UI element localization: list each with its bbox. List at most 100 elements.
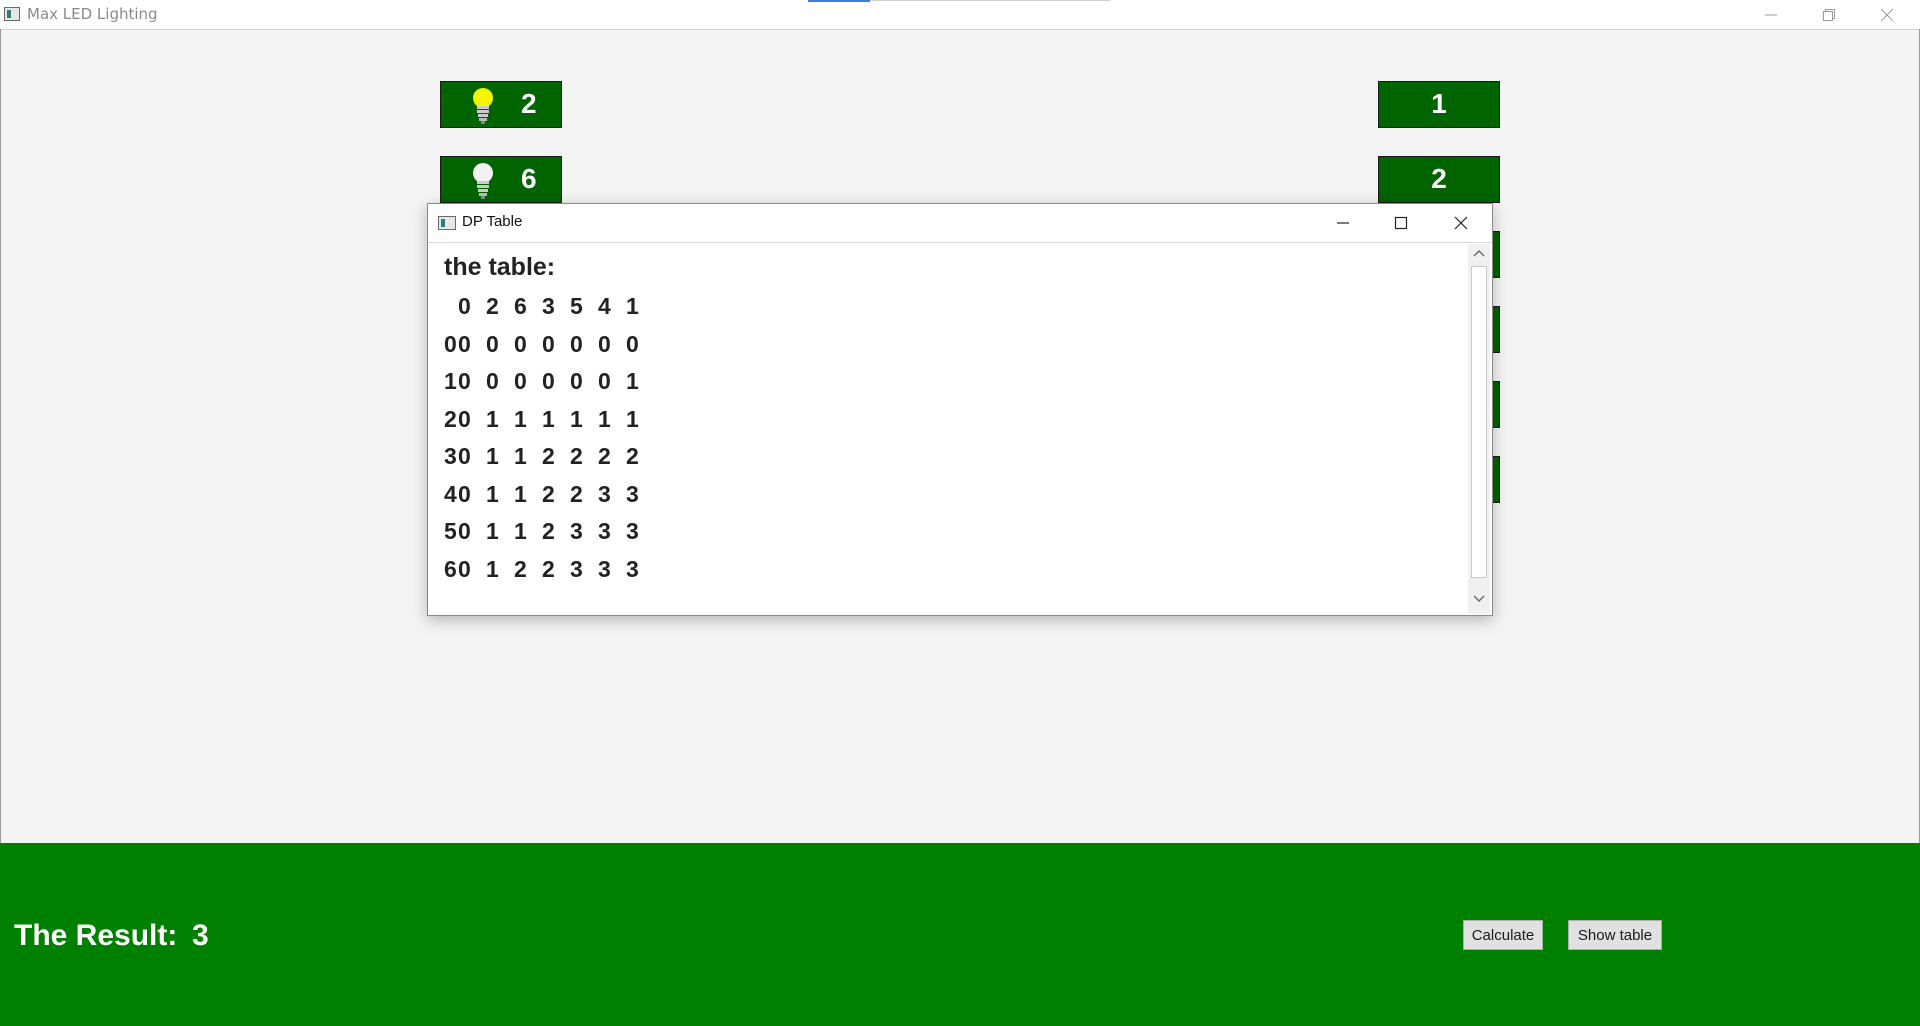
calculate-button[interactable]: Calculate: [1463, 920, 1543, 950]
scroll-down-icon[interactable]: [1468, 592, 1490, 612]
dialog-close-button[interactable]: [1432, 204, 1490, 242]
result-value: 3: [192, 919, 209, 952]
table-row: 30 1 1 2 2 2 2: [444, 438, 1464, 476]
table-header-cell: 2: [486, 293, 499, 319]
table-cell: 1: [626, 368, 639, 394]
scroll-up-icon[interactable]: [1468, 246, 1490, 266]
table-row: 10 0 0 0 0 0 1: [444, 363, 1464, 401]
table-cell: 1: [486, 443, 499, 469]
table-row: 20 1 1 1 1 1 1: [444, 401, 1464, 439]
close-button[interactable]: [1858, 0, 1916, 29]
main-title-bar: Max LED Lighting: [0, 0, 1920, 30]
table-cell: 3: [598, 518, 611, 544]
table-row-index: 2: [444, 405, 457, 432]
table-cell: 3: [570, 555, 583, 582]
table-body: 00 0 0 0 0 0 0 10 0 0 0 0 0 1 20 1 1 1 1 1 1 30 1 1 2 2 2 2 40 1 1 2 2 3 3…: [444, 326, 1464, 589]
window-title: Max LED Lighting: [27, 5, 158, 23]
table-cell: 2: [542, 555, 555, 582]
minimize-icon: [1765, 14, 1777, 15]
table-cell: 2: [570, 443, 583, 469]
dp-table-dialog: DP Table the table: 0263541 00 0 0 0 0 0 0 10 0 0…: [427, 203, 1493, 616]
table-cell: 2: [514, 555, 527, 582]
right-led-0[interactable]: 1: [1378, 81, 1500, 128]
table-row: 50 1 1 2 3 3 3: [444, 513, 1464, 551]
right-led-value: 2: [1431, 163, 1447, 194]
dp-table-text-area[interactable]: the table: 0263541 00 0 0 0 0 0 0 10 0 0 0 0 0 1 20 1 1 1…: [444, 252, 1464, 602]
table-cell: 1: [514, 518, 527, 544]
table-cell: 0: [542, 330, 555, 357]
table-cell: 0: [514, 330, 527, 357]
left-led-value: 6: [521, 163, 537, 194]
close-icon: [1880, 8, 1894, 21]
result-label: The Result:: [14, 919, 178, 952]
bulb-off-icon: [473, 163, 493, 199]
right-led-value: 1: [1431, 88, 1447, 119]
left-led-value: 2: [521, 88, 537, 119]
table-cell: 1: [514, 480, 527, 507]
close-icon: [1454, 216, 1468, 230]
maximize-icon: [1394, 216, 1408, 230]
table-cell: 1: [514, 443, 527, 469]
table-cell: 0: [486, 368, 499, 394]
table-cell: 2: [542, 518, 555, 544]
window-left-border: [0, 29, 1, 844]
table-cell: 2: [598, 443, 611, 469]
table-header-cell: 6: [514, 293, 527, 319]
table-cell: 3: [626, 555, 639, 582]
table-cell: 2: [626, 443, 639, 469]
table-cell: 0: [458, 443, 471, 469]
table-heading: the table:: [444, 253, 556, 281]
dialog-maximize-button[interactable]: [1372, 204, 1430, 242]
table-row-index: 0: [444, 330, 457, 357]
table-cell: 1: [486, 555, 499, 582]
table-cell: 3: [626, 518, 639, 544]
table-cell: 3: [570, 518, 583, 544]
table-row: 40 1 1 2 2 3 3: [444, 476, 1464, 514]
minimize-button[interactable]: [1742, 0, 1800, 29]
table-row-index: 6: [444, 555, 457, 582]
table-header-row: 0263541: [444, 288, 1464, 326]
table-header-cell: 0: [458, 293, 471, 319]
table-header-cell: 3: [542, 293, 555, 319]
left-led-0[interactable]: 2: [440, 81, 562, 128]
table-row-index: 3: [444, 443, 457, 469]
table-cell: 1: [542, 405, 555, 432]
table-cell: 3: [598, 555, 611, 582]
dialog-app-icon: [438, 216, 456, 230]
table-cell: 0: [542, 368, 555, 394]
scrollbar-thumb[interactable]: [1471, 266, 1487, 578]
right-led-1[interactable]: 2: [1378, 156, 1500, 203]
title-divider-line: [870, 0, 1110, 1]
table-cell: 0: [598, 368, 611, 394]
table-row-index: 1: [444, 368, 457, 394]
table-cell: 0: [458, 518, 471, 544]
restore-button[interactable]: [1800, 0, 1858, 29]
table-cell: 1: [514, 405, 527, 432]
table-header-cell: 5: [570, 293, 583, 319]
table-header-cell: 4: [598, 293, 611, 319]
dialog-vertical-scrollbar[interactable]: [1468, 244, 1490, 614]
app-icon: [4, 7, 20, 21]
dialog-minimize-button[interactable]: [1314, 204, 1372, 242]
minimize-icon: [1337, 222, 1349, 224]
table-cell: 0: [626, 330, 639, 357]
title-accent-line: [808, 0, 870, 2]
bottom-panel: The Result: 3 Calculate Show table: [0, 843, 1920, 1026]
table-cell: 1: [598, 405, 611, 432]
table-cell: 0: [458, 330, 471, 357]
table-cell: 2: [570, 480, 583, 507]
table-cell: 2: [542, 443, 555, 469]
show-table-button[interactable]: Show table: [1568, 920, 1662, 950]
table-cell: 0: [458, 368, 471, 394]
left-led-1[interactable]: 6: [440, 156, 562, 203]
table-cell: 0: [598, 330, 611, 357]
table-cell: 3: [626, 480, 639, 507]
table-cell: 2: [542, 480, 555, 507]
dialog-title: DP Table: [462, 213, 523, 230]
table-cell: 0: [458, 480, 471, 507]
table-row: 60 1 2 2 3 3 3: [444, 551, 1464, 589]
table-cell: 3: [598, 480, 611, 507]
table-cell: 1: [486, 405, 499, 432]
restore-icon: [1823, 8, 1835, 21]
table-cell: 0: [514, 368, 527, 394]
